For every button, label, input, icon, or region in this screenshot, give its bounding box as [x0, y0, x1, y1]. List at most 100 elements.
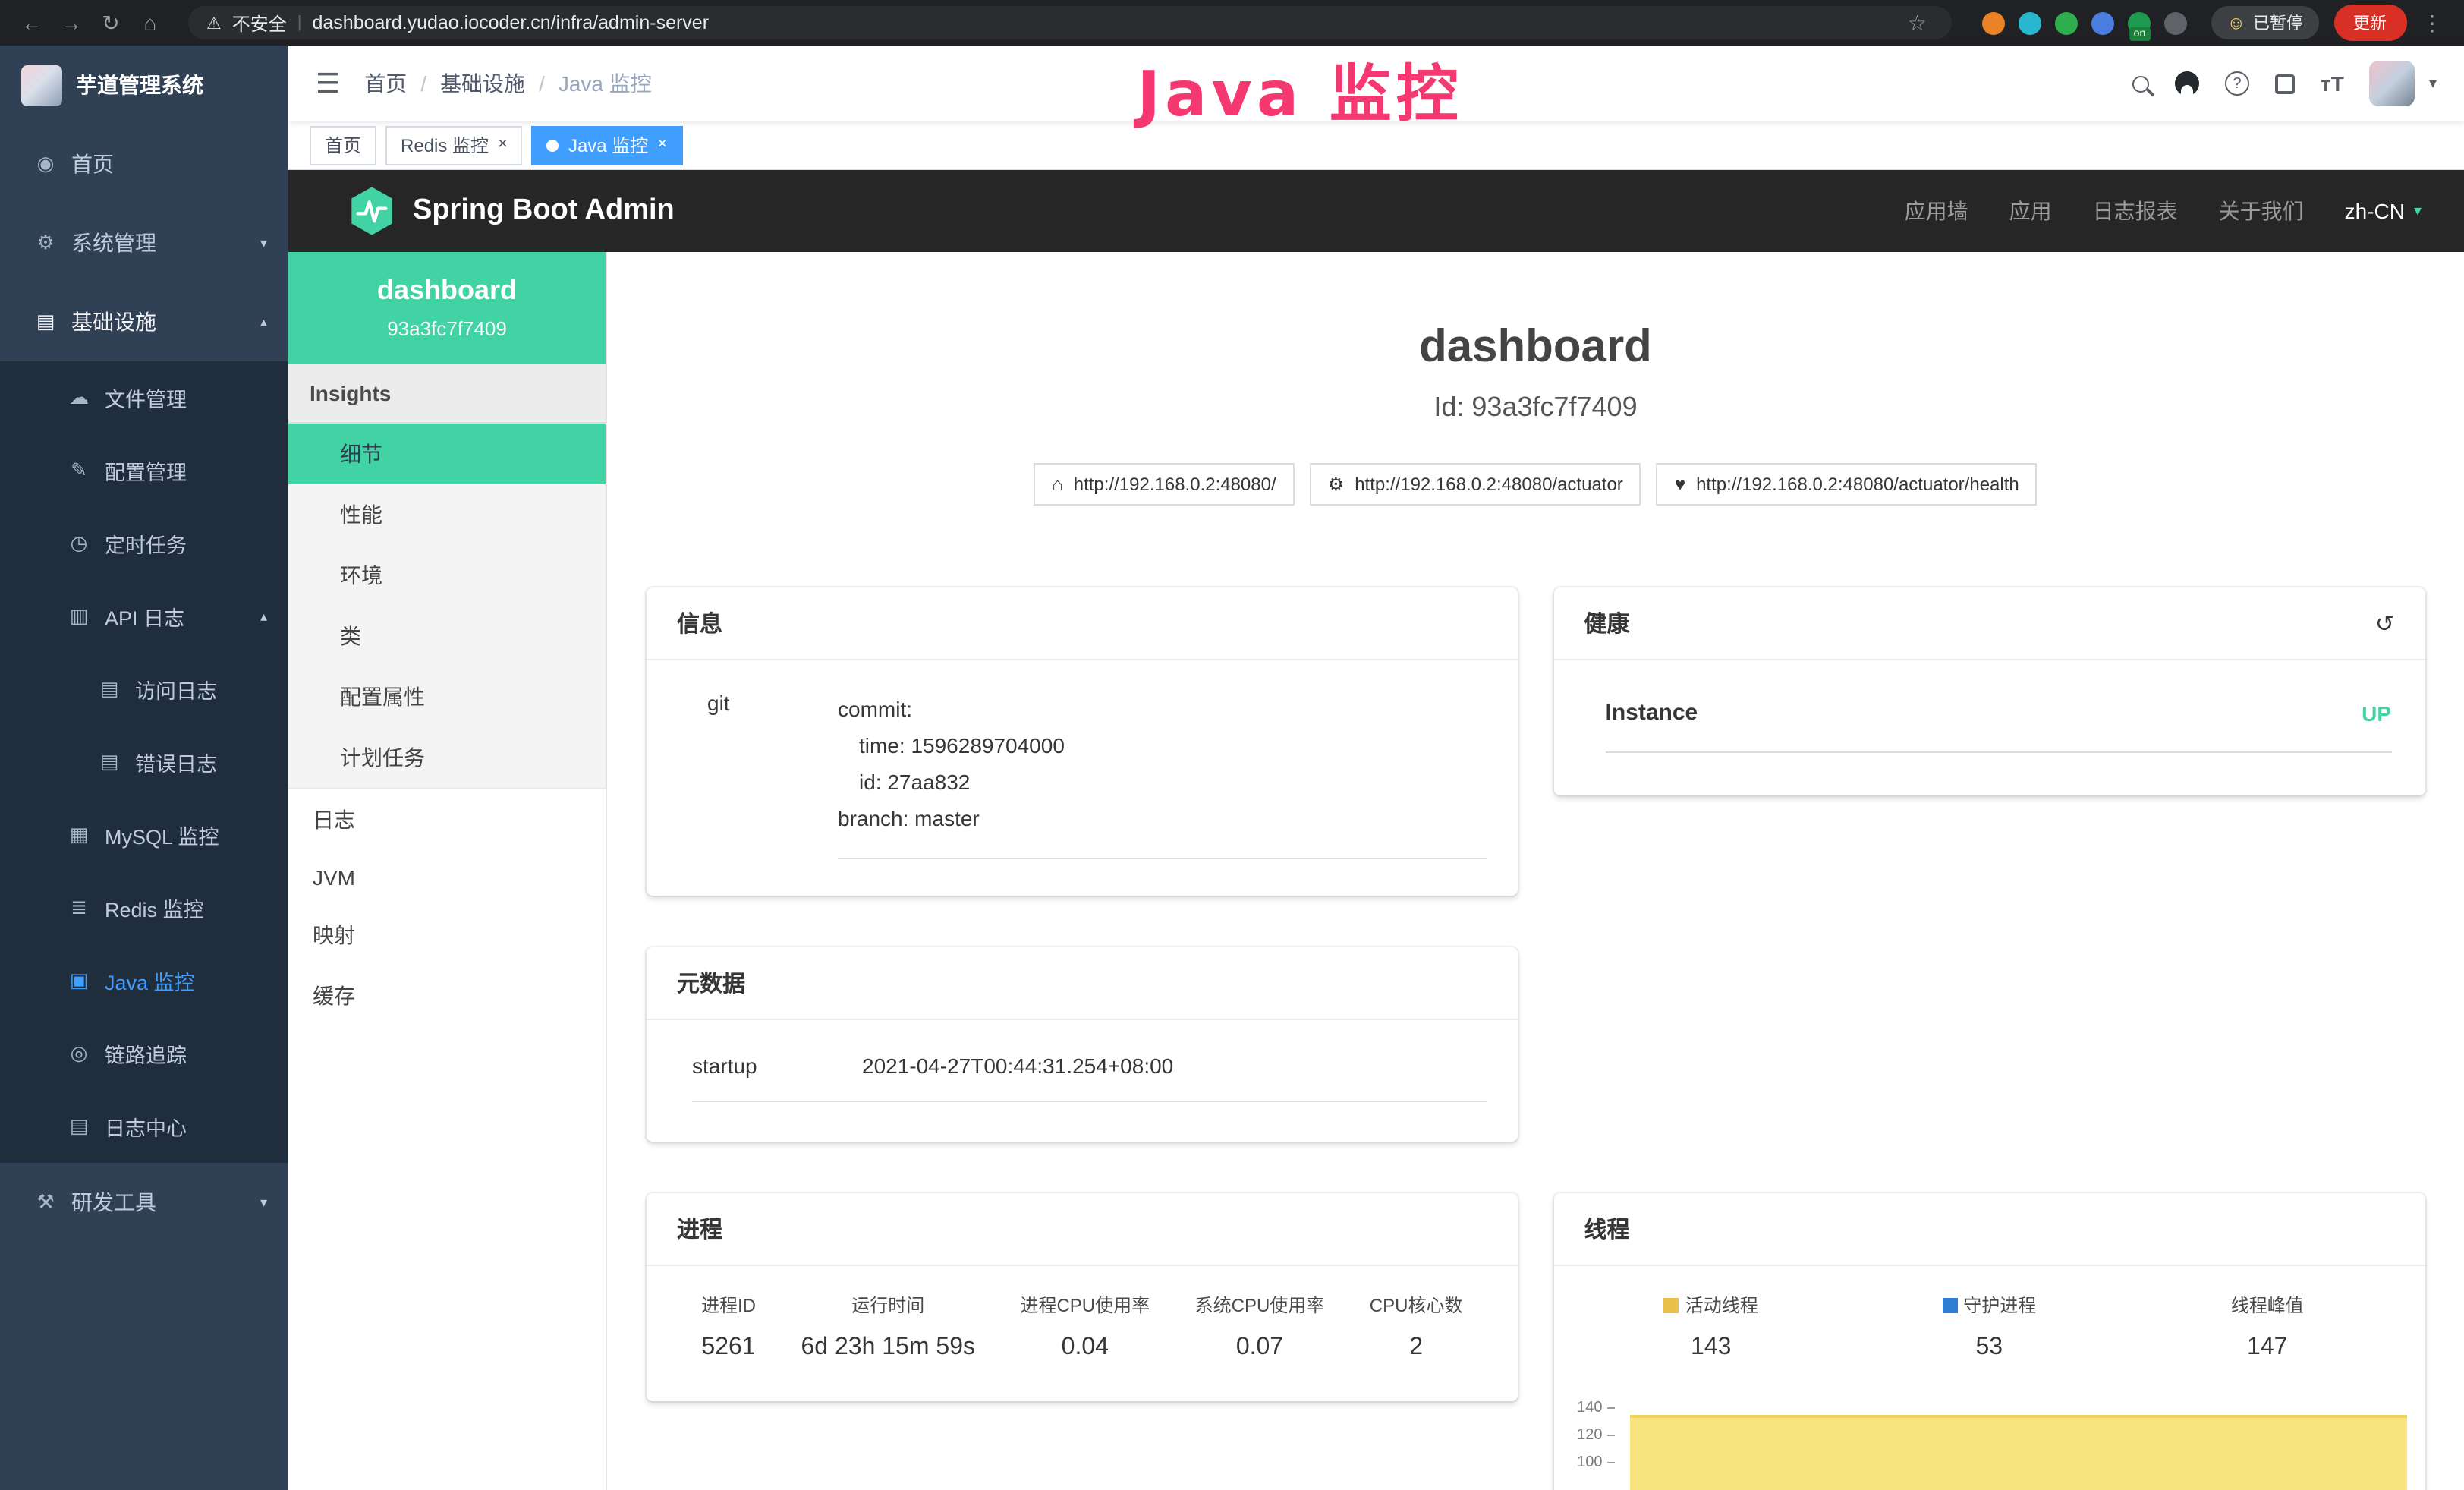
- sidebar-item-trace[interactable]: ◎ 链路追踪: [0, 1017, 288, 1090]
- browser-extension-icon[interactable]: [2164, 11, 2187, 34]
- address-bar[interactable]: ⚠ 不安全 | dashboard.yudao.iocoder.cn/infra…: [188, 6, 1952, 39]
- sidebar-item-access-log[interactable]: ▤ 访问日志: [0, 653, 288, 726]
- instance-menu-details[interactable]: 细节: [288, 424, 606, 484]
- sidebar-item-home[interactable]: ◉ 首页: [0, 124, 288, 203]
- history-icon[interactable]: ↺: [2375, 610, 2394, 637]
- health-row: Instance UP: [1606, 700, 2392, 753]
- process-stats: 进程ID 5261 运行时间 6d 23h 15m 59s 进程CPU使用率: [647, 1266, 1518, 1401]
- fullscreen-icon[interactable]: [2275, 74, 2295, 93]
- tab-java-monitor[interactable]: Java 监控×: [532, 125, 682, 165]
- instance-menu-environment[interactable]: 环境: [288, 545, 606, 606]
- threads-chart: 140 120 100: [1569, 1401, 2413, 1490]
- info-card-header: 信息: [647, 587, 1518, 660]
- sba-header: Spring Boot Admin 应用墙 应用 日志报表 关于我们 zh-CN…: [288, 170, 2464, 252]
- trace-icon: ◎: [67, 1041, 91, 1066]
- chrome-update-button[interactable]: 更新: [2333, 5, 2406, 41]
- instance-id: 93a3fc7f7409: [301, 317, 593, 340]
- browser-extension-icon[interactable]: [2055, 11, 2078, 34]
- header-actions: ? тT ▾: [2132, 61, 2437, 106]
- stat-cpu-cores: CPU核心数 2: [1370, 1292, 1463, 1362]
- sidebar-item-mysql[interactable]: ▦ MySQL 监控: [0, 799, 288, 871]
- bookmark-star-icon[interactable]: ☆: [1900, 10, 1934, 36]
- instance-id-subtitle: Id: 93a3fc7f7409: [607, 392, 2464, 424]
- legend-live-threads: 活动线程 143: [1635, 1292, 1787, 1362]
- health-card-header: 健康 ↺: [1554, 587, 2425, 660]
- browser-extension-icon[interactable]: [2091, 11, 2114, 34]
- sidebar-item-infrastructure[interactable]: ▤ 基础设施 ▴: [0, 282, 288, 361]
- sba-nav-about[interactable]: 关于我们: [2219, 196, 2304, 226]
- sidebar-item-devtools[interactable]: ⚒ 研发工具 ▾: [0, 1163, 288, 1242]
- browser-menu-icon[interactable]: ⋮: [2415, 10, 2449, 36]
- info-key: git: [707, 691, 838, 859]
- user-avatar[interactable]: [2370, 61, 2415, 106]
- instance-menu-logs[interactable]: 日志: [288, 789, 606, 850]
- reload-icon[interactable]: ↻: [94, 10, 127, 36]
- spring-boot-admin-frame: Spring Boot Admin 应用墙 应用 日志报表 关于我们 zh-CN…: [288, 170, 2464, 1490]
- close-icon[interactable]: ×: [498, 137, 508, 153]
- emoji-face-icon: ☺: [2226, 12, 2245, 33]
- back-icon[interactable]: ←: [15, 11, 49, 35]
- extensions-area: on: [1982, 11, 2187, 34]
- chevron-up-icon: ▴: [260, 313, 267, 330]
- health-status-badge: UP: [2362, 701, 2391, 725]
- instance-menu-mappings[interactable]: 映射: [288, 905, 606, 966]
- paused-chip[interactable]: ☺已暂停: [2211, 6, 2318, 39]
- stat-system-cpu: 系统CPU使用率 0.07: [1195, 1292, 1325, 1362]
- chevron-down-icon[interactable]: ▾: [2429, 75, 2437, 92]
- browser-extension-icon[interactable]: [1982, 11, 2005, 34]
- sidebar-item-log-center[interactable]: ▤ 日志中心: [0, 1090, 288, 1163]
- instance-menu-scheduled-tasks[interactable]: 计划任务: [288, 727, 606, 788]
- close-icon[interactable]: ×: [657, 137, 667, 153]
- sba-nav-applications[interactable]: 应用: [2009, 196, 2052, 226]
- instance-menu-classes[interactable]: 类: [288, 606, 606, 666]
- hamburger-icon[interactable]: ☰: [316, 68, 340, 99]
- sidebar-item-config[interactable]: ✎ 配置管理: [0, 434, 288, 507]
- service-url-link[interactable]: ⌂http://192.168.0.2:48080/: [1034, 463, 1294, 506]
- instance-menu-performance[interactable]: 性能: [288, 484, 606, 545]
- app-logo-row[interactable]: 芋道管理系统: [0, 46, 288, 124]
- breadcrumb-infrastructure[interactable]: 基础设施: [440, 68, 525, 99]
- instance-menu-jvm[interactable]: JVM: [288, 850, 606, 905]
- tab-redis-monitor[interactable]: Redis 监控×: [385, 125, 523, 165]
- omnibox-divider: |: [297, 14, 302, 32]
- locale-selector[interactable]: zh-CN▾: [2345, 199, 2422, 223]
- sidebar-item-java-monitor[interactable]: ▣ Java 监控: [0, 944, 288, 1017]
- gear-icon: ⚙: [33, 231, 58, 255]
- url-text[interactable]: dashboard.yudao.iocoder.cn/infra/admin-s…: [313, 12, 1890, 33]
- browser-home-icon[interactable]: ⌂: [134, 11, 167, 35]
- api-log-icon: ▥: [67, 604, 91, 628]
- github-icon[interactable]: [2175, 71, 2199, 96]
- y-axis-tick: 120: [1569, 1429, 1615, 1444]
- app-title: 芋道管理系统: [76, 70, 203, 100]
- browser-extension-icon[interactable]: on: [2128, 11, 2151, 34]
- browser-extension-icon[interactable]: [2019, 11, 2041, 34]
- sidebar-item-files[interactable]: ☁ 文件管理: [0, 361, 288, 434]
- process-card: 进程 进程ID 5261 运行时间 6d 23h 15m 59s: [647, 1193, 1518, 1401]
- forward-icon[interactable]: →: [55, 11, 88, 35]
- font-size-icon[interactable]: тT: [2321, 71, 2344, 96]
- instance-menu-caches[interactable]: 缓存: [288, 966, 606, 1026]
- sidebar-item-redis[interactable]: ≣ Redis 监控: [0, 871, 288, 944]
- sidebar-item-api-log[interactable]: ▥ API 日志 ▴: [0, 580, 288, 653]
- sidebar-item-system[interactable]: ⚙ 系统管理 ▾: [0, 203, 288, 282]
- tab-home[interactable]: 首页: [310, 125, 376, 165]
- y-axis-tick: 140: [1569, 1401, 1615, 1416]
- sba-body: dashboard 93a3fc7f7409 Insights 细节 性能 环境…: [288, 252, 2464, 1490]
- instance-sidebar: dashboard 93a3fc7f7409 Insights 细节 性能 环境…: [288, 252, 607, 1490]
- sidebar-item-jobs[interactable]: ◷ 定时任务: [0, 507, 288, 580]
- sba-nav-wallboard[interactable]: 应用墙: [1905, 196, 1968, 226]
- breadcrumb-home[interactable]: 首页: [364, 68, 407, 99]
- search-icon[interactable]: [2132, 75, 2149, 92]
- active-tab-dot: [547, 139, 559, 151]
- sidebar-menu: ◉ 首页 ⚙ 系统管理 ▾ ▤ 基础设施 ▴ ☁ 文件管理: [0, 124, 288, 1242]
- instance-menu-configprops[interactable]: 配置属性: [288, 666, 606, 727]
- instance-header[interactable]: dashboard 93a3fc7f7409: [288, 252, 606, 364]
- sidebar-item-error-log[interactable]: ▤ 错误日志: [0, 726, 288, 799]
- threads-chart-area: [1630, 1415, 2407, 1490]
- instance-title: dashboard: [607, 322, 2464, 373]
- health-url-link[interactable]: ♥http://192.168.0.2:48080/actuator/healt…: [1657, 463, 2038, 506]
- info-row: git commit: time: 1596289704000 id: 27aa…: [647, 660, 1518, 896]
- actuator-url-link[interactable]: ⚙http://192.168.0.2:48080/actuator: [1310, 463, 1641, 506]
- help-icon[interactable]: ?: [2225, 71, 2249, 96]
- sba-nav-journal[interactable]: 日志报表: [2093, 196, 2178, 226]
